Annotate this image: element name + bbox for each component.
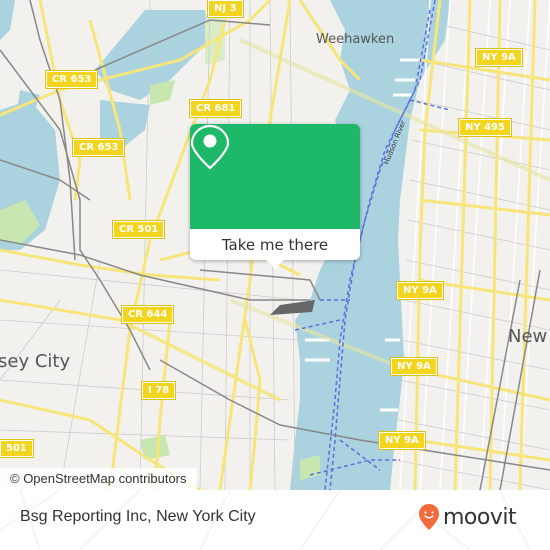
road-shield-ny9a: NY 9A [391,358,437,375]
road-shield-i78: I 78 [142,382,176,399]
map[interactable]: Hudson River NJ 3 CR 653 CR 653 CR 681 C… [0,0,550,490]
road-shield-cr681: CR 681 [190,100,242,117]
road-shield-nj3: NJ 3 [208,0,243,17]
map-pin-icon [190,124,230,170]
location-popup: Take me there [190,124,360,269]
popup-pointer [266,260,284,269]
road-shield-ny9a: NY 9A [397,282,443,299]
road-shield-ny9a: NY 9A [379,432,425,449]
road-shield-ny9a: NY 9A [476,49,522,66]
road-shield-cr644: CR 644 [122,306,174,323]
road-shield-cr653: CR 653 [46,71,98,88]
moovit-logo[interactable]: moovit [418,503,517,531]
road-shield-cr501: CR 501 [113,221,165,238]
place-label-new-york: New [508,326,548,347]
road-shield-501: 501 [0,440,33,457]
popup-header [190,124,360,229]
moovit-pin-icon [419,504,439,530]
place-label-weehawken: Weehawken [316,32,395,47]
map-attribution[interactable]: © OpenStreetMap contributors [0,468,197,490]
take-me-there-button[interactable]: Take me there [190,229,360,260]
place-title: Bsg Reporting Inc, New York City [20,508,256,525]
place-label-jersey-city: sey City [0,351,71,372]
road-shield-ny495: NY 495 [459,119,511,136]
water-body [0,0,15,40]
moovit-wordmark: moovit [443,504,517,530]
road-shield-cr653: CR 653 [73,139,125,156]
